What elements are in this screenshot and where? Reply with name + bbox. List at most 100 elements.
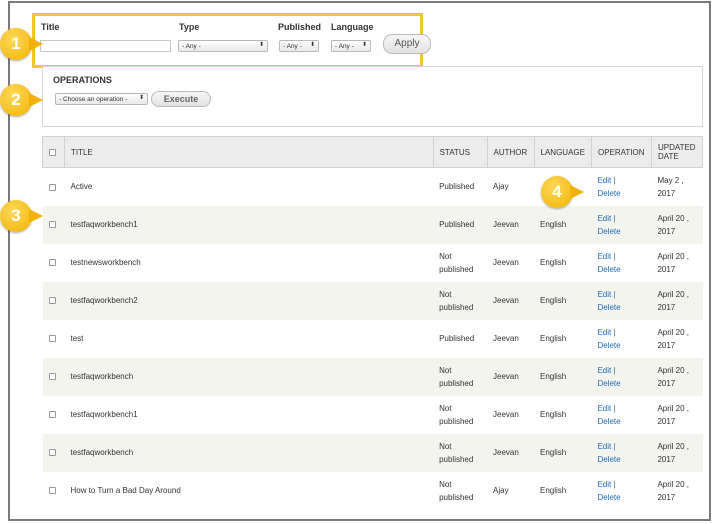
row-status: Not published — [433, 357, 488, 396]
callout-number: 3 — [11, 206, 21, 225]
callout-number: 1 — [11, 34, 21, 53]
row-status: Published — [439, 182, 475, 192]
operation-select[interactable]: - Choose an operation - ⬍ — [55, 93, 148, 105]
row-language: English — [534, 281, 592, 320]
table-row: testnewsworkbench Not published Jeevan E… — [43, 244, 703, 282]
callout-3: 3 — [0, 200, 43, 232]
col-header-language[interactable]: LANGUAGE — [533, 136, 592, 168]
row-title: How to Turn a Bad Day Around — [70, 486, 181, 495]
row-updated-date: April 20 , 2017 — [657, 251, 690, 274]
row-updated-date: May 2 , 2017 — [657, 175, 684, 198]
col-header-status[interactable]: STATUS — [432, 136, 488, 168]
row-checkbox[interactable] — [48, 221, 56, 229]
delete-link[interactable]: Delete — [597, 417, 620, 426]
table-row: testfaqworkbench Not published Jeevan En… — [42, 357, 703, 396]
row-title: testfaqworkbench2 — [64, 281, 434, 320]
select-arrows-icon: ⬍ — [361, 42, 367, 48]
language-filter-select[interactable]: - Any - ⬍ — [331, 40, 371, 52]
row-author: Ajay — [493, 182, 509, 192]
delete-link[interactable]: Delete — [597, 455, 620, 464]
table-row: test Published Jeevan English Edit | Dele… — [43, 320, 703, 358]
delete-link[interactable]: Delete — [597, 227, 620, 236]
delete-link[interactable]: Delete — [597, 189, 620, 198]
callout-number: 4 — [552, 182, 562, 201]
title-filter-input[interactable] — [40, 40, 171, 52]
row-status: Published — [439, 334, 475, 343]
delete-link[interactable]: Delete — [597, 493, 620, 502]
edit-link[interactable]: Edit | — [597, 252, 615, 261]
language-filter-label: Language — [331, 22, 374, 32]
row-updated-date: April 20 , 2017 — [651, 281, 703, 320]
title-filter-label: Title — [41, 22, 60, 32]
row-checkbox[interactable] — [48, 487, 56, 495]
row-checkbox[interactable] — [48, 183, 56, 191]
published-filter-select[interactable]: - Any - ⬍ — [279, 40, 319, 52]
row-language: English — [534, 205, 592, 244]
edit-link[interactable]: Edit | — [597, 290, 615, 299]
apply-button[interactable]: Apply — [383, 34, 431, 54]
row-updated-date: April 20 , 2017 — [657, 403, 690, 426]
published-filter-label: Published — [278, 22, 322, 32]
row-operations: Edit | Delete — [591, 244, 651, 282]
row-language: English — [534, 433, 592, 472]
edit-link[interactable]: Edit | — [597, 442, 615, 451]
row-author: Jeevan — [487, 205, 534, 244]
table-row: testfaqworkbench1 Not published Jeevan E… — [43, 396, 703, 434]
callout-1: 1 — [0, 28, 43, 60]
row-author: Jeevan — [493, 258, 519, 267]
edit-link[interactable]: Edit | — [597, 176, 615, 185]
edit-link[interactable]: Edit | — [597, 328, 615, 337]
execute-button[interactable]: Execute — [151, 91, 211, 107]
delete-link[interactable]: Delete — [597, 265, 620, 274]
table-row: Active Published Ajay Edit | Delete May 2… — [43, 168, 703, 206]
row-operations: Edit | Delete — [591, 357, 652, 396]
row-title: test — [70, 334, 84, 343]
type-filter-label: Type — [179, 22, 200, 32]
type-filter-value: - Any - — [182, 43, 201, 50]
delete-link[interactable]: Delete — [597, 341, 620, 350]
select-all-checkbox[interactable] — [49, 148, 56, 156]
callout-pointer — [570, 185, 584, 199]
row-language: English — [540, 334, 567, 343]
edit-link[interactable]: Edit | — [597, 404, 615, 413]
edit-link[interactable]: Edit | — [597, 214, 615, 223]
operation-select-value: - Choose an operation - — [59, 96, 128, 103]
select-arrows-icon: ⬍ — [309, 42, 315, 48]
col-header-author[interactable]: AUTHOR — [486, 136, 534, 168]
callout-4: 4 — [541, 176, 584, 208]
col-header-updated-date[interactable]: UPDATED DATE — [650, 136, 704, 168]
edit-link[interactable]: Edit | — [597, 366, 615, 375]
type-filter-select[interactable]: - Any - ⬍ — [178, 40, 268, 52]
row-status: Not published — [439, 479, 474, 502]
row-status: Not published — [433, 281, 488, 320]
row-checkbox[interactable] — [48, 297, 56, 305]
row-checkbox[interactable] — [48, 259, 56, 267]
content-table: TITLE STATUS AUTHOR LANGUAGE OPERATION U… — [42, 136, 704, 510]
row-author: Jeevan — [493, 410, 519, 419]
row-operations: Edit | Delete — [591, 205, 652, 244]
row-checkbox[interactable] — [48, 411, 56, 419]
row-language: English — [540, 486, 567, 495]
row-author: Jeevan — [493, 334, 519, 343]
row-language: English — [540, 258, 567, 267]
callout-2: 2 — [0, 84, 43, 116]
language-filter-value: - Any - — [335, 43, 354, 50]
delete-link[interactable]: Delete — [597, 379, 620, 388]
col-header-title[interactable]: TITLE — [63, 136, 434, 168]
row-operations: Edit | Delete — [591, 396, 651, 434]
edit-link[interactable]: Edit | — [597, 480, 615, 489]
row-updated-date: April 20 , 2017 — [651, 433, 703, 472]
row-checkbox[interactable] — [48, 335, 56, 343]
table-header-row: TITLE STATUS AUTHOR LANGUAGE OPERATION U… — [42, 136, 704, 168]
row-checkbox[interactable] — [48, 373, 56, 381]
col-header-operation: OPERATION — [590, 136, 652, 168]
row-author: Jeevan — [487, 281, 534, 320]
callout-pointer — [29, 37, 43, 51]
row-checkbox[interactable] — [48, 449, 56, 457]
delete-link[interactable]: Delete — [597, 303, 620, 312]
row-status: Not published — [439, 403, 474, 426]
callout-pointer — [29, 209, 43, 223]
select-arrows-icon: ⬍ — [258, 42, 264, 48]
operations-title: OPERATIONS — [53, 75, 112, 85]
row-title: testfaqworkbench1 — [70, 410, 138, 419]
